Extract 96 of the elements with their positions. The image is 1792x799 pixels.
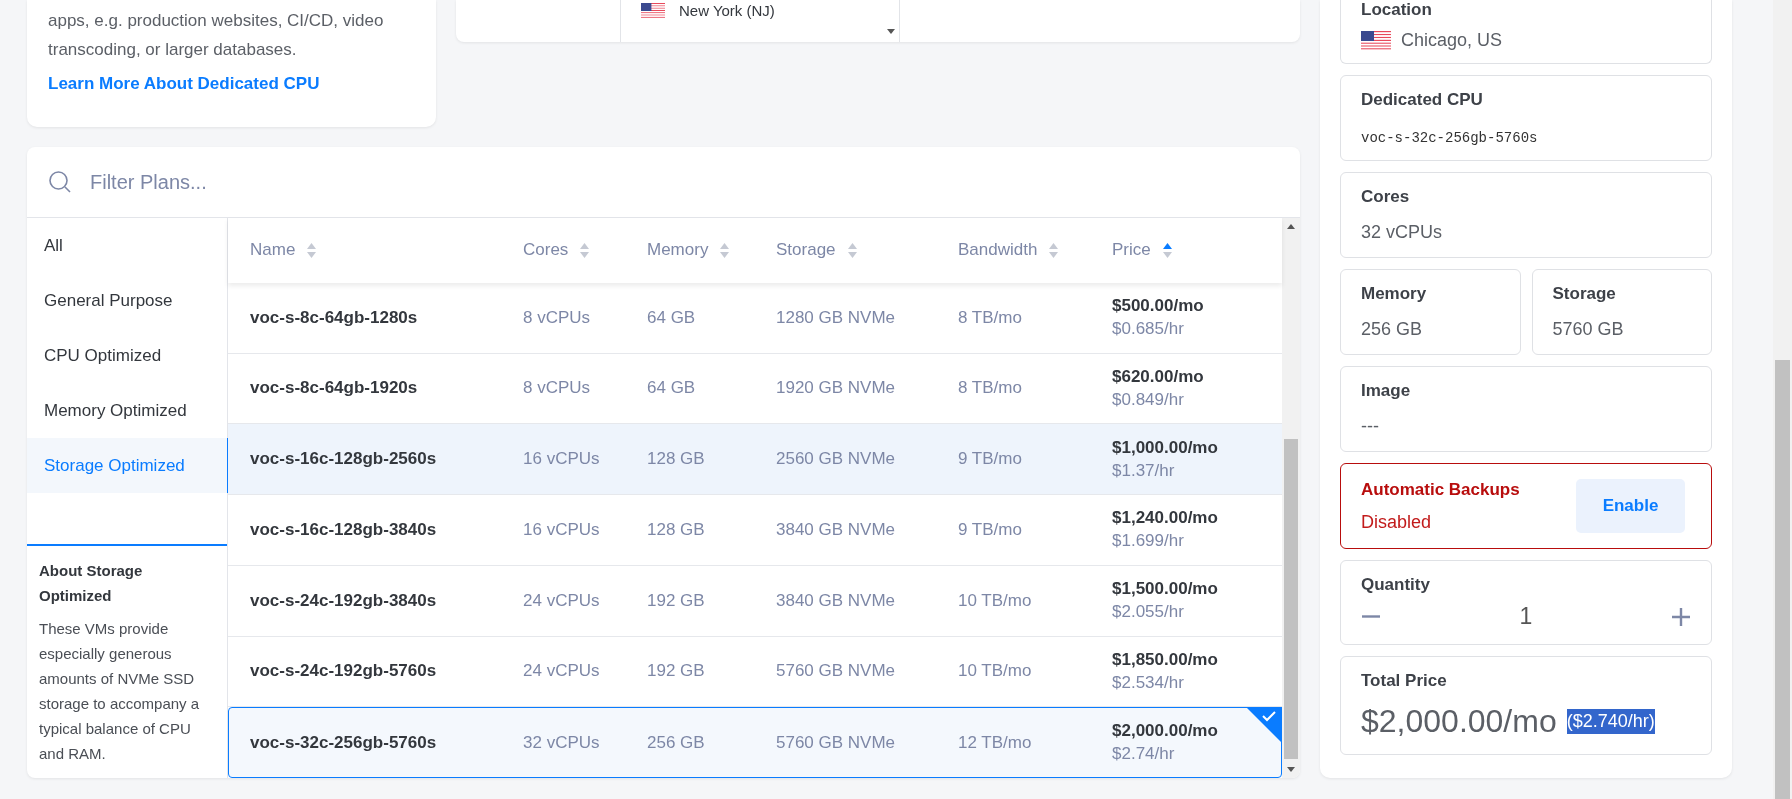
category-tab[interactable]: Memory Optimized — [27, 383, 227, 438]
plan-name: voc-s-24c-192gb-3840s — [250, 590, 438, 611]
table-cell-text: 1920 GB NVMe — [776, 378, 897, 399]
plan-name: voc-s-24c-192gb-5760s — [250, 661, 438, 682]
plus-button[interactable] — [1671, 606, 1691, 627]
summary-label: Quantity — [1361, 575, 1431, 595]
hourly-price: $2.055/hr — [1112, 602, 1185, 623]
minus-icon — [1361, 615, 1381, 618]
table-cell-text: 64 GB — [647, 307, 697, 328]
monthly-price: $2,000.00/mo — [1112, 721, 1219, 742]
plus-icon — [1671, 606, 1691, 627]
minus-button[interactable] — [1361, 615, 1381, 618]
summary-value: 5760 GB — [1552, 319, 1625, 340]
summary-value: Chicago, US — [1401, 30, 1503, 51]
total-hourly: ($2.740/hr) — [1566, 709, 1655, 734]
table-cell-text: 10 TB/mo — [958, 590, 1033, 611]
summary-label: Total Price — [1361, 671, 1448, 691]
table-cell-text: 16 vCPUs — [523, 519, 601, 540]
about-title: About Storage Optimized — [39, 561, 144, 606]
backups-status: Disabled — [1361, 511, 1433, 533]
category-tab[interactable]: CPU Optimized — [27, 328, 227, 383]
column-header[interactable]: Name — [250, 240, 523, 261]
table-cell-text: 3840 GB NVMe — [776, 590, 897, 611]
table-cell-text: 8 vCPUs — [523, 378, 592, 399]
column-header[interactable]: Bandwidth — [958, 240, 1112, 261]
table-cell-text: 128 GB — [647, 449, 706, 470]
monthly-price: $1,240.00/mo — [1112, 508, 1219, 529]
table-cell-text: 64 GB — [647, 378, 697, 399]
monthly-price: $500.00/mo — [1112, 296, 1205, 317]
summary-label: Dedicated CPU — [1361, 90, 1484, 110]
table-cell-text: 10 TB/mo — [958, 661, 1033, 682]
learn-more-link[interactable]: Learn More About Dedicated CPU — [48, 74, 320, 94]
category-tab[interactable]: All — [27, 218, 227, 273]
scroll-down-icon[interactable] — [887, 29, 895, 34]
table-cell-text: 128 GB — [647, 519, 706, 540]
hourly-price: $1.699/hr — [1112, 531, 1185, 552]
category-tab[interactable]: Storage Optimized — [27, 438, 229, 493]
summary-value: --- — [1361, 416, 1380, 437]
scrollbar[interactable] — [1282, 218, 1300, 778]
table-cell-text: 32 vCPUs — [523, 732, 601, 753]
plan-name: voc-s-8c-64gb-1280s — [250, 307, 419, 328]
monthly-price: $620.00/mo — [1112, 366, 1205, 387]
table-cell-text: 3840 GB NVMe — [776, 519, 897, 540]
table-cell-text: 16 vCPUs — [523, 449, 601, 470]
intro-text: apps, e.g. production websites, CI/CD, video transcoding, or larger databases. — [48, 10, 385, 61]
table-cell-text: 5760 GB NVMe — [776, 661, 897, 682]
table-cell-text: 9 TB/mo — [958, 449, 1023, 470]
table-cell-text: 5760 GB NVMe — [776, 732, 897, 753]
about-text: These VMs provide especially generous amounts of NVMe SSD storage to accompany a typical balance of CPU and RAM. — [39, 619, 201, 764]
table-cell-text: 8 TB/mo — [958, 378, 1023, 399]
region-option[interactable]: New York (NJ) — [641, 2, 775, 19]
hourly-price: $2.534/hr — [1112, 672, 1185, 693]
hourly-price: $0.849/hr — [1112, 389, 1185, 410]
column-header[interactable]: Price — [1112, 240, 1242, 261]
table-cell-text: 12 TB/mo — [958, 732, 1033, 753]
hourly-price: $0.685/hr — [1112, 319, 1185, 340]
search-icon — [48, 170, 72, 194]
selected-check-icon — [1246, 707, 1282, 744]
summary-value: 32 vCPUs — [1361, 222, 1444, 243]
page-scrollbar[interactable] — [1773, 0, 1792, 799]
summary-label: Storage — [1552, 284, 1617, 304]
plan-row[interactable]: voc-s-16c-128gb-2560s 16 vCPUs 128 GB 2560 GB NVMe 9 TB/mo $1,000.00/mo $1.37/hr — [228, 424, 1282, 495]
table-cell-text: 2560 GB NVMe — [776, 449, 897, 470]
table-cell-text: 256 GB — [647, 732, 706, 753]
table-cell-text: 192 GB — [647, 661, 706, 682]
summary-label: Location — [1361, 0, 1433, 20]
column-header[interactable]: Memory — [647, 240, 776, 261]
hourly-price: $2.74/hr — [1112, 744, 1176, 765]
summary-label: Automatic Backups — [1361, 479, 1520, 500]
category-tab[interactable]: General Purpose — [27, 273, 227, 328]
table-cell-text: 8 TB/mo — [958, 307, 1023, 328]
plan-name: voc-s-8c-64gb-1920s — [250, 378, 419, 399]
quantity-value: 1 — [1519, 603, 1533, 630]
summary-value: 256 GB — [1361, 319, 1424, 340]
monthly-price: $1,850.00/mo — [1112, 649, 1219, 670]
hourly-price: $1.37/hr — [1112, 460, 1176, 481]
summary-label: Image — [1361, 381, 1412, 401]
table-cell-text: 9 TB/mo — [958, 519, 1023, 540]
summary-label: Memory — [1361, 284, 1428, 304]
table-cell-text: 192 GB — [647, 590, 706, 611]
column-header[interactable]: Storage — [776, 240, 958, 261]
plan-row[interactable]: voc-s-32c-256gb-5760s 32 vCPUs 256 GB 5760 GB NVMe 12 TB/mo $2,000.00/mo $2.74/hr — [228, 707, 1282, 778]
us-flag-icon — [1361, 30, 1391, 51]
total-monthly: $2,000.00/mo — [1361, 703, 1557, 740]
plan-name: voc-s-16c-128gb-2560s — [250, 449, 438, 470]
plan-slug: voc-s-32c-256gb-5760s — [1361, 130, 1539, 146]
table-cell-text: 8 vCPUs — [523, 307, 592, 328]
monthly-price: $1,000.00/mo — [1112, 437, 1219, 458]
table-cell-text: 24 vCPUs — [523, 661, 601, 682]
plan-name: voc-s-32c-256gb-5760s — [250, 732, 438, 753]
table-cell-text: 24 vCPUs — [523, 590, 601, 611]
column-header[interactable]: Cores — [523, 240, 647, 261]
summary-label: Cores — [1361, 187, 1411, 207]
monthly-price: $1,500.00/mo — [1112, 579, 1219, 600]
plan-name: voc-s-16c-128gb-3840s — [250, 519, 438, 540]
table-cell-text: 1280 GB NVMe — [776, 307, 897, 328]
